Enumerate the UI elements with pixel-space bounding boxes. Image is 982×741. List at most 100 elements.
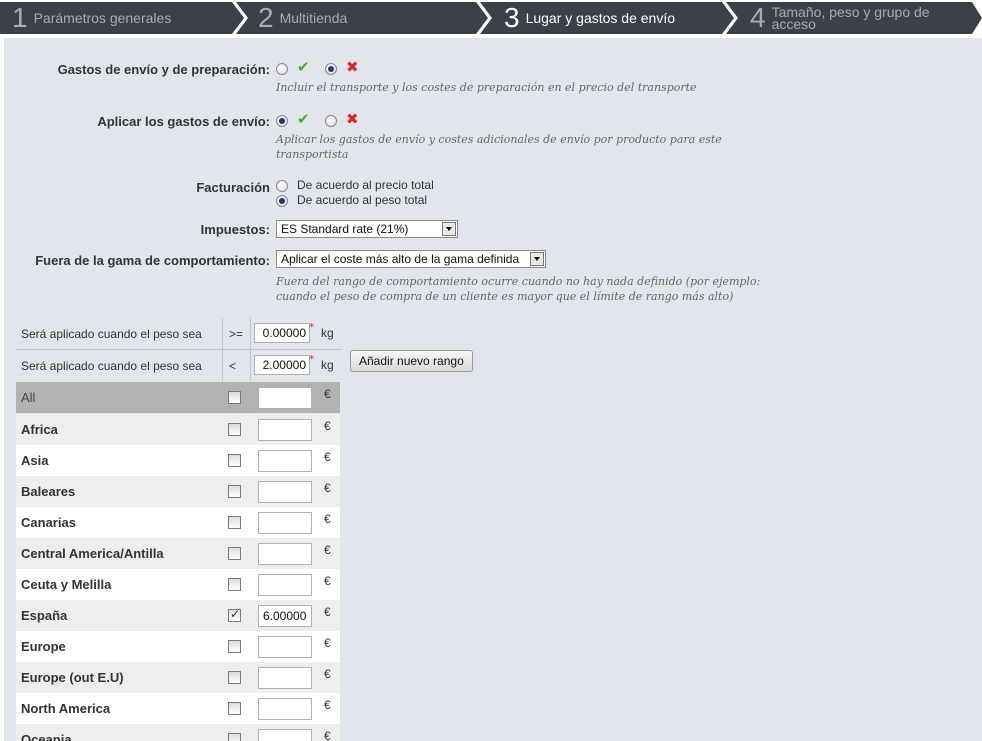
billing-price-radio[interactable] [276,180,288,192]
out-of-range-select[interactable]: Aplicar el coste más alto de la gama def… [276,250,546,268]
step-3[interactable]: 3 Lugar y gastos de envío [504,2,675,34]
check-icon: ✔ [297,110,310,128]
zone-price-input[interactable] [258,512,312,534]
out-of-range-hint-1: Fuera del rango de comportamiento ocurre… [276,275,761,288]
tax-select-value: ES Standard rate (21%) [281,222,409,236]
zone-row: Asia € [16,445,340,476]
step-4[interactable]: 4 Tamaño, peso y grupo de acceso [750,2,960,34]
shipping-fees-hint-1: Aplicar los gastos de envío y costes adi… [276,133,722,146]
range-from-label: Será aplicado cuando el peso sea [21,327,202,341]
zone-checkbox[interactable] [228,578,241,591]
zone-all-checkbox[interactable] [228,391,241,404]
zone-checkbox[interactable] [228,733,241,741]
handling-no-radio[interactable] [325,63,337,75]
step-1-label: Parámetros generales [33,10,172,26]
chevron-down-icon [442,222,456,236]
required-mark: * [309,322,314,333]
billing-weight-text: De acuerdo al peso total [297,193,428,207]
range-to-unit: kg [321,358,334,372]
currency-symbol: € [324,574,331,588]
zone-price-input[interactable] [258,729,312,741]
check-icon: ✔ [297,58,310,76]
zone-price-input[interactable] [258,543,312,565]
step-1[interactable]: 1 Parámetros generales [12,2,171,34]
range-to-operator: < [229,359,237,373]
zone-checkbox[interactable] [228,640,241,653]
zone-checkbox[interactable] [228,702,241,715]
zone-checkbox[interactable] [228,671,241,684]
zone-name: Asia [21,453,49,468]
currency-symbol: € [324,667,331,681]
add-range-button[interactable]: Añadir nuevo rango [350,350,473,372]
range-to-input[interactable]: 2.00000 [254,355,310,375]
step-2-number: 2 [258,2,274,33]
currency-symbol: € [324,387,331,401]
zone-name: Europe [21,639,66,654]
zone-name: Europe (out E.U) [21,670,124,685]
step-2[interactable]: 2 Multitienda [258,2,347,34]
zone-price-input[interactable] [258,481,312,503]
step-1-number: 1 [12,2,28,33]
zone-price-input[interactable] [258,698,312,720]
zone-row: North America € [16,693,340,724]
zone-name: España [21,608,68,623]
zone-row: Europe € [16,631,340,662]
zone-price-input[interactable] [258,667,312,689]
zone-row: España 6.00000 € [16,600,340,631]
zone-name: Ceuta y Melilla [21,577,112,592]
carrier-form-panel: Gastos de envío y de preparación: ✔ ✖ In… [4,38,982,741]
out-of-range-label: Fuera de la gama de comportamiento: [35,253,270,268]
range-from-input[interactable]: 0.00000 [254,323,310,343]
zone-row: Canarias € [16,507,340,538]
zone-all-label: All [21,390,36,405]
zone-price-input[interactable]: 6.00000 [258,605,312,627]
zone-name: Oceania [21,732,72,741]
zone-name: Canarias [21,515,76,530]
required-mark: * [309,354,314,365]
wizard-steps: 1 Parámetros generales 2 Multitienda 3 L… [0,0,982,36]
currency-symbol: € [324,481,331,495]
step-3-label: Lugar y gastos de envío [525,10,676,26]
billing-weight-radio[interactable] [276,195,288,207]
zone-row: Central America/Antilla € [16,538,340,569]
zone-row: Ceuta y Melilla € [16,569,340,600]
handling-hint: Incluir el transporte y los costes de pr… [276,81,697,94]
shipping-fees-label: Aplicar los gastos de envío: [97,114,270,129]
zone-checkbox[interactable] [228,454,241,467]
currency-symbol: € [324,605,331,619]
range-from-unit: kg [321,326,334,340]
step-4-label: Tamaño, peso y grupo de acceso [771,4,930,32]
zone-checkbox[interactable] [228,516,241,529]
zone-row: Africa € [16,414,340,445]
shipping-fees-no-radio[interactable] [325,115,337,127]
zone-price-input[interactable] [258,450,312,472]
shipping-fees-yes-radio[interactable] [276,115,288,127]
billing-price-text: De acuerdo al precio total [297,178,434,192]
cross-icon: ✖ [346,58,359,76]
zone-row: Europe (out E.U) € [16,662,340,693]
zone-row-all: All € [16,382,340,413]
zone-name: Central America/Antilla [21,546,164,561]
range-from-operator: >= [229,327,244,341]
zone-price-input[interactable] [258,419,312,441]
handling-label: Gastos de envío y de preparación: [57,62,270,77]
currency-symbol: € [324,419,331,433]
cross-icon: ✖ [346,110,359,128]
zone-checkbox[interactable] [228,607,241,622]
tax-select[interactable]: ES Standard rate (21%) [276,220,458,238]
zone-name: Baleares [21,484,76,499]
shipping-fees-hint-2: transportista [276,148,349,161]
zone-price-input[interactable] [258,636,312,658]
step-4-number: 4 [750,2,766,33]
range-divider-h [16,349,342,350]
zone-checkbox[interactable] [228,423,241,436]
tax-label: Impuestos: [200,222,270,237]
step-3-number: 3 [504,2,520,33]
zone-price-input[interactable] [258,574,312,596]
zone-all-input[interactable] [258,387,312,409]
zone-checkbox[interactable] [228,485,241,498]
zone-name: North America [21,701,111,716]
handling-yes-radio[interactable] [276,63,288,75]
zone-checkbox[interactable] [228,547,241,560]
range-to-label: Será aplicado cuando el peso sea [21,359,202,373]
